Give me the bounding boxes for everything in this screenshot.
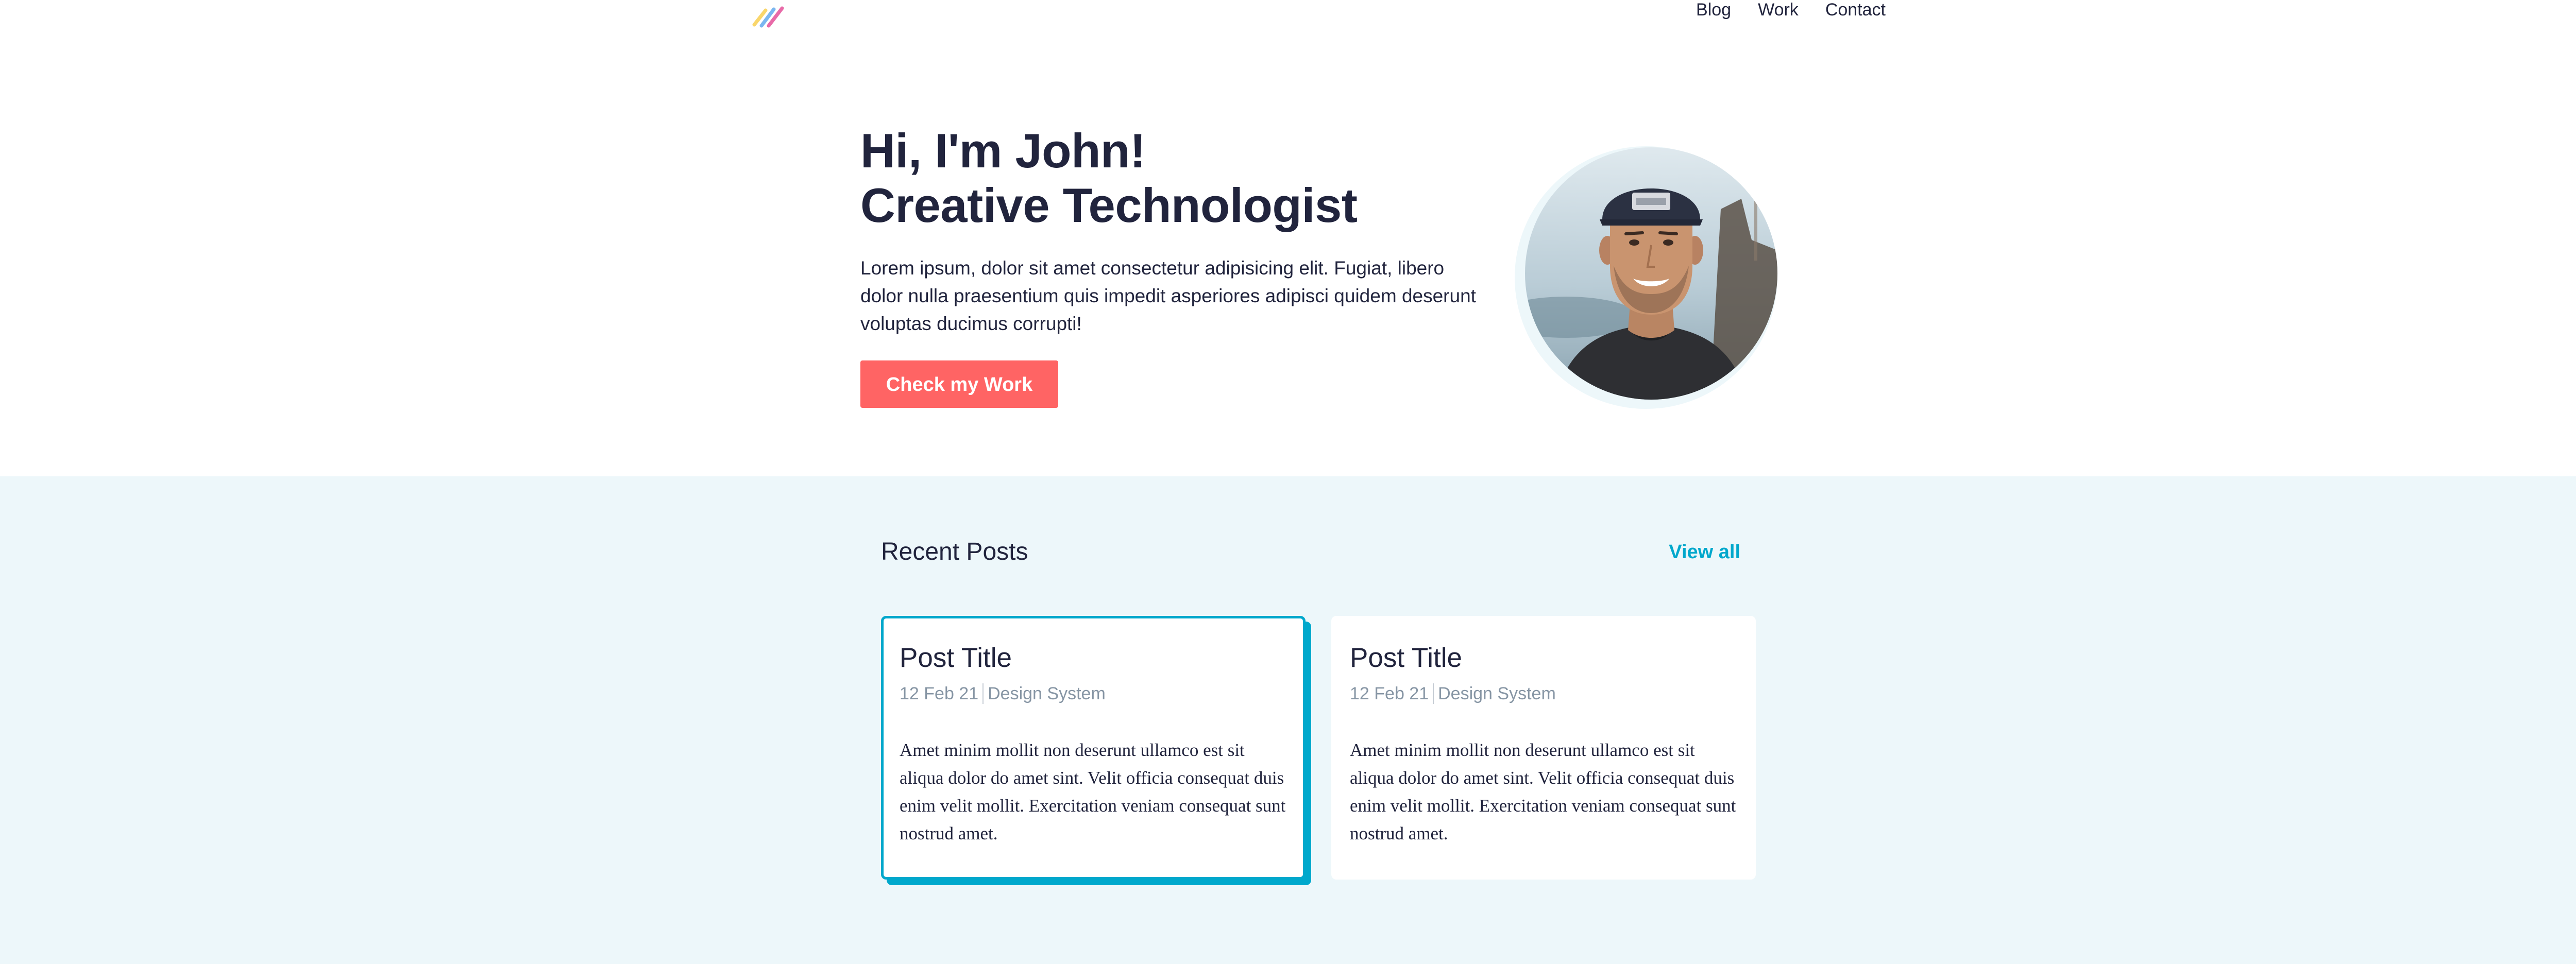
recent-posts-header: Recent Posts View all (881, 537, 1740, 567)
post-title: Post Title (1350, 643, 1462, 673)
post-meta: 12 Feb 21 Design System (900, 683, 1287, 704)
post-date: 12 Feb 21 (900, 684, 979, 703)
hero-title: Hi, I'm John! Creative Technologist (860, 124, 1479, 233)
nav-link-work[interactable]: Work (1758, 0, 1799, 20)
meta-divider (982, 683, 984, 704)
post-card[interactable]: Post Title 12 Feb 21 Design System Amet … (881, 616, 1306, 880)
posts-list: Post Title 12 Feb 21 Design System Amet … (881, 616, 1757, 884)
avatar (1525, 147, 1777, 400)
post-category: Design System (988, 684, 1106, 703)
hero-role: Creative Technologist (860, 178, 1358, 232)
hero-text: Hi, I'm John! Creative Technologist Lore… (860, 124, 1479, 408)
post-excerpt: Amet minim mollit non deserunt ullamco e… (1350, 740, 1736, 843)
nav-link-contact[interactable]: Contact (1825, 0, 1886, 20)
recent-posts-section: Recent Posts View all Post Title 12 Feb … (0, 476, 2576, 964)
view-all-link[interactable]: View all (1669, 539, 1740, 565)
post-meta: 12 Feb 21 Design System (1350, 683, 1737, 704)
post-card[interactable]: Post Title 12 Feb 21 Design System Amet … (1331, 616, 1756, 880)
post-excerpt: Amet minim mollit non deserunt ullamco e… (900, 740, 1286, 843)
nav-link-blog[interactable]: Blog (1696, 0, 1731, 20)
post-title: Post Title (900, 643, 1012, 673)
check-my-work-button[interactable]: Check my Work (860, 360, 1058, 408)
hero-greeting: Hi, I'm John! (860, 124, 1146, 178)
multicolor-stripes-logo-icon[interactable] (752, 4, 787, 28)
recent-posts-title: Recent Posts (881, 538, 1028, 565)
post-date: 12 Feb 21 (1350, 684, 1429, 703)
hero-section: Blog Work Contact Hi, I'm John! Creative… (0, 0, 2576, 476)
main-nav: Blog Work Contact (1696, 0, 1886, 20)
hero-description: Lorem ipsum, dolor sit amet consectetur … (860, 257, 1476, 334)
avatar-container (1515, 146, 1777, 409)
meta-divider (1433, 683, 1434, 704)
avatar-photo-icon (1525, 147, 1777, 400)
post-category: Design System (1438, 684, 1556, 703)
